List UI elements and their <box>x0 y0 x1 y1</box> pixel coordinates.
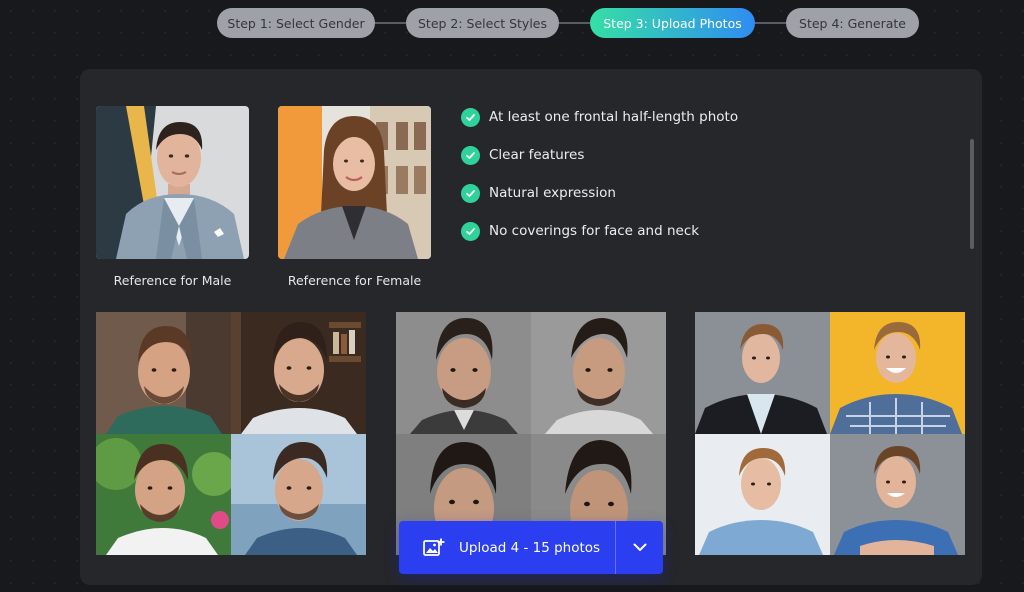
reference-male: Reference for Male <box>96 106 249 288</box>
reference-female-caption: Reference for Female <box>287 273 422 288</box>
upload-button-group: Upload 4 - 15 photos <box>399 521 663 574</box>
upload-button-label: Upload 4 - 15 photos <box>459 539 601 556</box>
add-image-icon <box>423 538 445 558</box>
upload-panel: Reference for Male Reference for Female … <box>80 69 982 585</box>
step-3-upload-photos[interactable]: Step 3: Upload Photos <box>590 8 755 38</box>
reference-female-photo <box>278 106 431 259</box>
chevron-down-icon <box>633 543 647 552</box>
example-photo <box>695 434 830 555</box>
upload-options-toggle[interactable] <box>616 521 663 574</box>
check-circle-icon <box>461 221 480 241</box>
example-photo <box>231 434 366 555</box>
example-photo <box>531 312 666 434</box>
example-photo <box>830 312 965 434</box>
example-photo <box>396 312 531 434</box>
reference-female: Reference for Female <box>278 106 431 288</box>
requirements-list: At least one frontal half-length photo C… <box>461 107 738 259</box>
requirement-text: No coverings for face and neck <box>489 223 700 239</box>
example-grid-2 <box>396 312 666 555</box>
requirement-text: Natural expression <box>489 185 616 201</box>
list-item: Clear features <box>461 145 738 165</box>
reference-male-caption: Reference for Male <box>113 273 232 288</box>
list-item: Natural expression <box>461 183 738 203</box>
example-grid-1 <box>96 312 366 555</box>
step-4-generate[interactable]: Step 4: Generate <box>786 8 919 38</box>
scrollbar-thumb[interactable] <box>970 139 974 249</box>
example-grid-3 <box>695 312 965 555</box>
step-1-select-gender[interactable]: Step 1: Select Gender <box>217 8 375 38</box>
list-item: At least one frontal half-length photo <box>461 107 738 127</box>
list-item: No coverings for face and neck <box>461 221 738 241</box>
step-connector <box>558 22 590 24</box>
example-photo <box>830 434 965 555</box>
example-photo <box>231 312 366 434</box>
step-connector <box>754 22 786 24</box>
requirement-text: Clear features <box>489 147 585 163</box>
requirement-text: At least one frontal half-length photo <box>489 109 739 125</box>
example-photo <box>695 312 830 434</box>
check-circle-icon <box>461 107 480 127</box>
check-circle-icon <box>461 183 480 203</box>
step-connector <box>374 22 406 24</box>
reference-male-photo <box>96 106 249 259</box>
upload-photos-button[interactable]: Upload 4 - 15 photos <box>399 521 615 574</box>
example-photo <box>96 434 231 555</box>
check-circle-icon <box>461 145 480 165</box>
step-2-select-styles[interactable]: Step 2: Select Styles <box>406 8 559 38</box>
step-progress: Step 1: Select Gender Step 2: Select Sty… <box>0 8 1024 38</box>
example-photo <box>96 312 231 434</box>
